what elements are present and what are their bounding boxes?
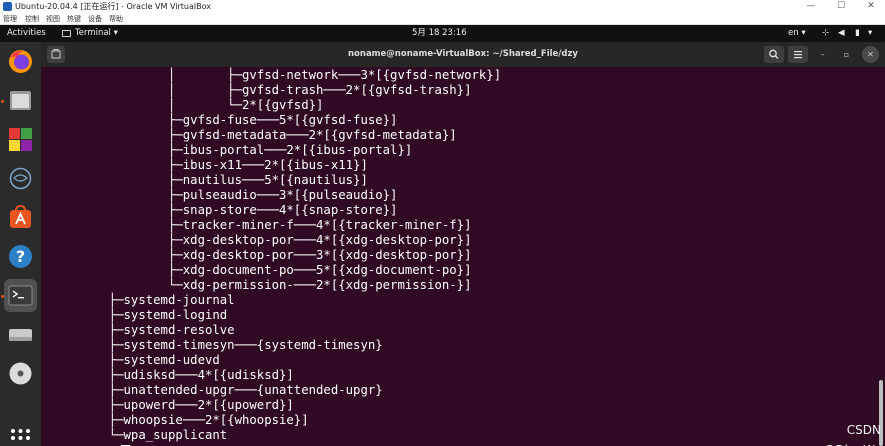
- grid-icon: [11, 429, 30, 440]
- app-menu-label: Terminal: [75, 28, 111, 38]
- dock-dvd[interactable]: [4, 357, 37, 390]
- terminal-line: ├─gvfsd-fuse───5*[{gvfsd-fuse}]: [49, 113, 398, 127]
- language-label: en: [788, 28, 799, 38]
- terminal-line: ├─xdg-desktop-por───3*[{xdg-desktop-por}…: [49, 248, 472, 262]
- terminal-line: ├─systemd-journal: [49, 293, 235, 307]
- minimize-icon: –: [820, 50, 825, 59]
- close-window-button[interactable]: ✕: [862, 46, 879, 63]
- maximize-window-button[interactable]: ▫: [838, 46, 855, 63]
- help-icon: ?: [9, 245, 32, 268]
- language-indicator[interactable]: en ▾: [788, 25, 806, 42]
- minimize-icon[interactable]: —: [796, 0, 826, 13]
- terminal-line: ├─whoopsie───2*[{whoopsie}]: [49, 413, 309, 427]
- menu-hotkey[interactable]: 热键: [67, 13, 81, 25]
- menu-devices[interactable]: 设备: [88, 13, 102, 25]
- disk-icon: [9, 329, 32, 341]
- terminal-line: ├─ibus-x11───2*[{ibus-x11}]: [49, 158, 368, 172]
- hamburger-menu-button[interactable]: [788, 46, 808, 63]
- terminal-line: └─wpa_supplicant: [49, 428, 228, 442]
- terminal-line: ├─systemd-udevd: [49, 353, 220, 367]
- dock-ubuntu-software[interactable]: [4, 201, 37, 234]
- dock-disk[interactable]: [4, 318, 37, 351]
- terminal-line: ├─gvfsd-metadata───2*[{gvfsd-metadata}]: [49, 128, 457, 142]
- dock-software-center[interactable]: [4, 123, 37, 156]
- network-icon[interactable]: ⊹: [822, 25, 829, 42]
- terminal-line: └─xdg-permission-───2*[{xdg-permission-}…: [49, 278, 472, 292]
- minimize-window-button[interactable]: –: [814, 46, 831, 63]
- search-button[interactable]: [764, 46, 784, 63]
- terminal-line: ├─systemd-resolve: [49, 323, 235, 337]
- restore-icon: ▫: [843, 50, 850, 59]
- menu-view[interactable]: 视图: [46, 13, 60, 25]
- vbox-window-title: Ubuntu-20.04.4 [正在运行] - Oracle VM Virtua…: [15, 2, 211, 11]
- software-icon: [9, 128, 32, 151]
- terminal-line: ├─udisksd───4*[{udisksd}]: [49, 368, 294, 382]
- ubuntu-software-icon: [10, 205, 31, 228]
- gnome-topbar: Activities Terminal ▾ 5月 18 23:16 en ▾ ⊹…: [0, 25, 885, 42]
- terminal-icon: [8, 285, 33, 306]
- menu-manage[interactable]: 管理: [3, 13, 17, 25]
- running-indicator: [1, 100, 4, 103]
- chevron-down-icon: ▾: [113, 28, 118, 38]
- dock: ?: [0, 42, 41, 446]
- vbox-menubar: 管理 控制 视图 热键 设备 帮助: [0, 13, 885, 25]
- search-icon: [769, 49, 779, 59]
- dock-files[interactable]: [4, 84, 37, 117]
- volume-icon[interactable]: ◀: [838, 25, 845, 42]
- system-menu-chevron-icon[interactable]: ▾: [868, 25, 872, 42]
- menu-control[interactable]: 控制: [25, 13, 39, 25]
- dock-firefox[interactable]: [4, 45, 37, 78]
- svg-text:?: ?: [16, 247, 25, 266]
- app-menu-terminal[interactable]: Terminal ▾: [75, 25, 118, 42]
- firefox-icon: [9, 50, 32, 73]
- terminal-viewport[interactable]: │ ├─gvfsd-network───3*[{gvfsd-network}] …: [41, 67, 885, 446]
- terminal-app-icon: [62, 30, 71, 37]
- terminal-line: ├─upowerd───2*[{upowerd}]: [49, 398, 294, 412]
- chevron-down-icon: ▾: [801, 28, 806, 38]
- dvd-icon: [9, 362, 32, 385]
- terminal-line: ├─xdg-document-po───5*[{xdg-document-po}…: [49, 263, 472, 277]
- files-icon: [10, 91, 31, 110]
- close-icon: ✕: [867, 50, 874, 59]
- terminal-line: ├─nautilus───5*[{nautilus}]: [49, 173, 368, 187]
- terminal-line: │ ├─gvfsd-trash───2*[{gvfsd-trash}]: [49, 83, 472, 97]
- activities-button[interactable]: Activities: [7, 25, 46, 42]
- terminal-line: ├─pulseaudio───3*[{pulseaudio}]: [49, 188, 398, 202]
- terminal-line: ├─unattended-upgr───{unattended-upgr}: [49, 383, 383, 397]
- menu-help[interactable]: 帮助: [109, 13, 123, 25]
- dock-deepin[interactable]: [4, 162, 37, 195]
- dock-help[interactable]: ?: [4, 240, 37, 273]
- terminal-line: ├─xdg-desktop-por───4*[{xdg-desktop-por}…: [49, 233, 472, 247]
- close-icon[interactable]: ✕: [856, 0, 885, 13]
- terminal-line: ├─snap-store───4*[{snap-store}]: [49, 203, 398, 217]
- vbox-titlebar: Ubuntu-20.04.4 [正在运行] - Oracle VM Virtua…: [0, 0, 885, 13]
- virtualbox-icon: [3, 2, 12, 11]
- terminal-line: ├─ibus-portal───2*[{ibus-portal}]: [49, 143, 413, 157]
- terminal-line: ├─systemd-timesyn───{systemd-timesyn}: [49, 338, 383, 352]
- dock-show-applications[interactable]: [4, 420, 37, 446]
- deepin-icon: [9, 167, 32, 190]
- terminal-line: │ └─2*[{gvfsd}]: [49, 98, 324, 112]
- terminal-headerbar: noname@noname-VirtualBox: ~/Shared_File/…: [41, 42, 885, 67]
- terminal-line: ├─tracker-miner-f───4*[{tracker-miner-f}…: [49, 218, 472, 232]
- terminal-line: │ ├─gvfsd-network───3*[{gvfsd-network}]: [49, 68, 502, 82]
- terminal-line: ├─systemd-logind: [49, 308, 228, 322]
- maximize-icon[interactable]: ☐: [826, 0, 856, 13]
- clock[interactable]: 5月 18 23:16: [412, 25, 467, 42]
- battery-icon[interactable]: ▮: [855, 25, 860, 42]
- watermark: CSDN @DingW_: [823, 423, 881, 446]
- running-indicator: [1, 295, 4, 298]
- hamburger-menu-icon: [794, 51, 802, 59]
- terminal-title: noname@noname-VirtualBox: ~/Shared_File/…: [348, 49, 578, 59]
- dock-terminal[interactable]: [4, 279, 37, 312]
